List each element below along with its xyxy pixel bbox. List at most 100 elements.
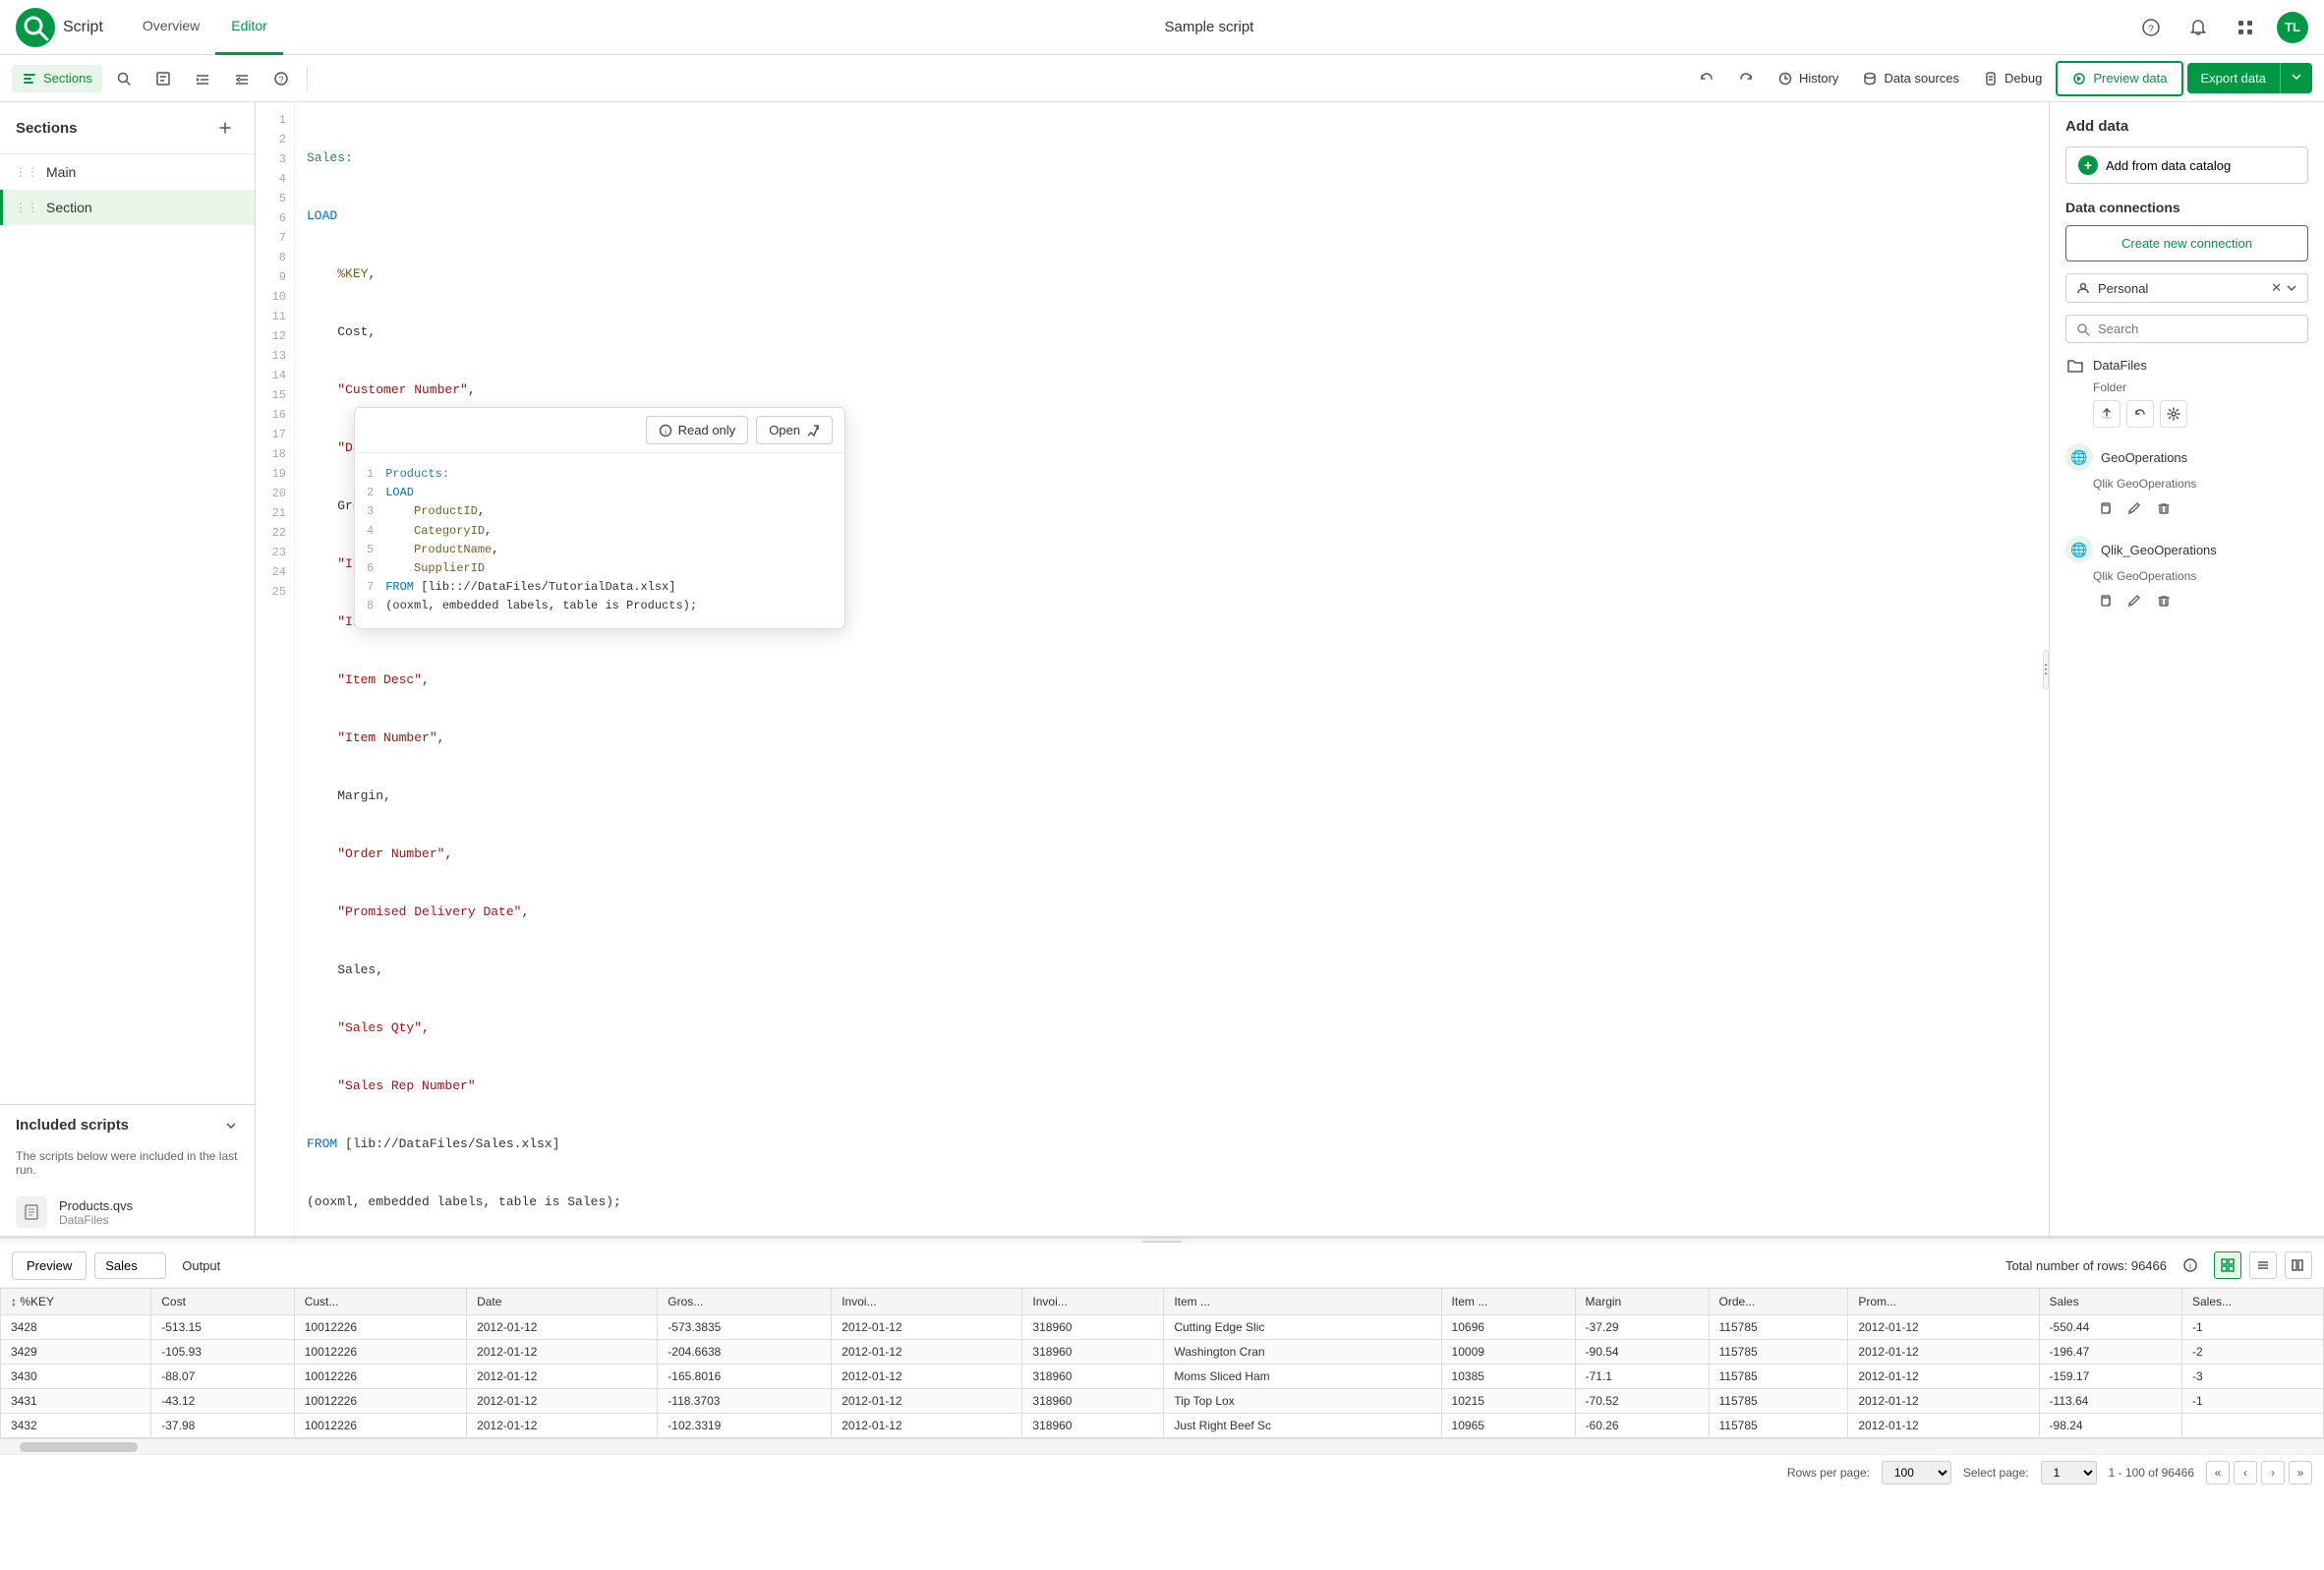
read-only-btn[interactable]: i Read only bbox=[646, 416, 749, 444]
preview-data-btn-label: Preview data bbox=[2093, 71, 2167, 86]
section-name-main: Main bbox=[46, 164, 243, 180]
h-scrollbar-thumb[interactable] bbox=[20, 1442, 138, 1452]
bell-icon-btn[interactable] bbox=[2182, 12, 2214, 43]
qlik-geo-copy-btn[interactable] bbox=[2093, 589, 2117, 612]
code-container[interactable]: 1 2 3 4 5 6 7 8 9 10 11 12 13 14 15 16 1 bbox=[256, 102, 2049, 1236]
last-page-btn[interactable]: » bbox=[2289, 1461, 2312, 1484]
clear-filter-icon[interactable]: ✕ bbox=[2271, 280, 2282, 296]
open-btn[interactable]: Open bbox=[756, 416, 833, 444]
export-data-btn[interactable]: Export data bbox=[2187, 63, 2281, 93]
personal-filter-left: Personal bbox=[2076, 281, 2148, 296]
popup-header: i Read only Open bbox=[355, 408, 844, 453]
qlik-logo[interactable]: Script bbox=[16, 8, 103, 47]
qlik-geo-edit-btn[interactable] bbox=[2122, 589, 2146, 612]
rows-per-page-select[interactable]: 100 50 25 bbox=[1882, 1461, 1951, 1484]
history-btn-label: History bbox=[1799, 71, 1838, 86]
table-select[interactable]: Sales bbox=[94, 1252, 166, 1279]
next-page-btn[interactable]: › bbox=[2261, 1461, 2285, 1484]
conn-group-geo-header: 🌐 GeoOperations bbox=[2065, 443, 2308, 471]
create-connection-btn[interactable]: Create new connection bbox=[2065, 225, 2308, 262]
editor-toolbar: Sections ? History Data sources Debug bbox=[0, 55, 2324, 102]
th-cust: Cust... bbox=[294, 1289, 466, 1315]
nav-editor[interactable]: Editor bbox=[215, 0, 283, 55]
th-invoi1: Invoi... bbox=[832, 1289, 1022, 1315]
nav-overview[interactable]: Overview bbox=[127, 0, 215, 55]
total-rows-label: Total number of rows: 96466 bbox=[2005, 1258, 2167, 1273]
folder-upload-btn[interactable] bbox=[2093, 400, 2121, 428]
add-from-catalog-btn[interactable]: + Add from data catalog bbox=[2065, 146, 2308, 184]
comment-toolbar-btn[interactable] bbox=[145, 65, 181, 92]
personal-label: Personal bbox=[2098, 281, 2148, 296]
table-row: 3431-43.12100122262012-01-12-118.3703201… bbox=[1, 1389, 2324, 1414]
qlik-geo-delete-btn[interactable] bbox=[2152, 589, 2176, 612]
code-line-5: "Customer Number", bbox=[307, 380, 2037, 400]
debug-btn[interactable]: Debug bbox=[1973, 65, 2052, 92]
geo-sub: Qlik GeoOperations bbox=[2065, 477, 2308, 491]
section-item-section[interactable]: ⋮⋮ Section 🗑 bbox=[0, 190, 255, 225]
help-icon-btn[interactable]: ? bbox=[2135, 12, 2167, 43]
search-toolbar-btn[interactable] bbox=[106, 65, 142, 92]
folder-settings-btn[interactable] bbox=[2160, 400, 2187, 428]
included-scripts-header[interactable]: Included scripts bbox=[0, 1105, 255, 1145]
code-lines: 1 2 3 4 5 6 7 8 9 10 11 12 13 14 15 16 1 bbox=[256, 102, 2049, 1236]
add-section-btn[interactable] bbox=[211, 114, 239, 142]
line-numbers: 1 2 3 4 5 6 7 8 9 10 11 12 13 14 15 16 1 bbox=[256, 102, 295, 1236]
h-scrollbar[interactable] bbox=[0, 1438, 2324, 1454]
undo-btn[interactable] bbox=[1689, 65, 1724, 92]
conn-group-qlik-geo-header: 🌐 Qlik_GeoOperations bbox=[2065, 536, 2308, 563]
grid-view-btn[interactable] bbox=[2214, 1251, 2241, 1279]
preview-btn[interactable]: Preview bbox=[12, 1251, 87, 1280]
export-split-btn[interactable] bbox=[2280, 63, 2312, 93]
qlik-geo-name: Qlik_GeoOperations bbox=[2101, 543, 2217, 557]
column-view-btn[interactable] bbox=[2285, 1251, 2312, 1279]
search-input[interactable] bbox=[2098, 321, 2297, 336]
code-line-1: Sales: bbox=[307, 148, 2037, 168]
svg-text:?: ? bbox=[278, 75, 283, 85]
prev-page-btn[interactable]: ‹ bbox=[2234, 1461, 2257, 1484]
th-item2: Item ... bbox=[1441, 1289, 1575, 1315]
th-date: Date bbox=[467, 1289, 658, 1315]
table-row: 3429-105.93100122262012-01-12-204.663820… bbox=[1, 1340, 2324, 1365]
code-line-10: "Item Desc", bbox=[307, 670, 2037, 690]
preview-data-btn[interactable]: Preview data bbox=[2056, 61, 2182, 96]
table-row: 3432-37.98100122262012-01-12-102.3319201… bbox=[1, 1414, 2324, 1438]
nav-right: ? TL bbox=[2135, 12, 2308, 43]
folder-refresh-btn[interactable] bbox=[2126, 400, 2154, 428]
list-view-btn[interactable] bbox=[2249, 1251, 2277, 1279]
personal-filter[interactable]: Personal ✕ bbox=[2065, 273, 2308, 303]
editor-resize-handle[interactable]: ⋮ bbox=[2043, 650, 2049, 689]
geo-edit-btn[interactable] bbox=[2122, 496, 2146, 520]
info-icon-total[interactable]: i bbox=[2175, 1250, 2206, 1281]
page-select[interactable]: 1 bbox=[2041, 1461, 2097, 1484]
indent-toolbar-btn[interactable] bbox=[185, 65, 220, 92]
code-line-18: FROM [lib://DataFiles/Sales.xlsx] bbox=[307, 1134, 2037, 1154]
th-invoi2: Invoi... bbox=[1022, 1289, 1164, 1315]
section-item-main[interactable]: ⋮⋮ Main bbox=[0, 154, 255, 190]
th-gros: Gros... bbox=[658, 1289, 832, 1315]
redo-btn[interactable] bbox=[1728, 65, 1764, 92]
select-page-label: Select page: bbox=[1963, 1466, 2029, 1480]
globe-icon-geo: 🌐 bbox=[2065, 443, 2093, 471]
add-plus-icon: + bbox=[2078, 155, 2098, 175]
code-line-12: Margin, bbox=[307, 786, 2037, 806]
code-content[interactable]: Sales: LOAD %KEY, Cost, "Customer Number… bbox=[295, 102, 2049, 1236]
geo-copy-btn[interactable] bbox=[2093, 496, 2117, 520]
editor-area: 1 2 3 4 5 6 7 8 9 10 11 12 13 14 15 16 1 bbox=[256, 102, 2049, 1236]
table-row: 3428-513.15100122262012-01-12-573.383520… bbox=[1, 1315, 2324, 1340]
avatar[interactable]: TL bbox=[2277, 12, 2308, 43]
history-btn[interactable]: History bbox=[1768, 65, 1848, 92]
data-sources-btn[interactable]: Data sources bbox=[1852, 65, 1969, 92]
geo-delete-btn[interactable] bbox=[2152, 496, 2176, 520]
sections-toolbar-btn[interactable]: Sections bbox=[12, 65, 102, 92]
grid-icon-btn[interactable] bbox=[2230, 12, 2261, 43]
th-cost: Cost bbox=[151, 1289, 294, 1315]
geo-name: GeoOperations bbox=[2101, 450, 2187, 465]
code-line-3: %KEY, bbox=[307, 264, 2037, 284]
svg-text:i: i bbox=[665, 428, 667, 436]
help-toolbar-btn[interactable]: ? bbox=[263, 65, 299, 92]
data-connections-title: Data connections bbox=[2065, 200, 2308, 215]
first-page-btn[interactable]: « bbox=[2206, 1461, 2230, 1484]
code-line-13: "Order Number", bbox=[307, 844, 2037, 864]
section-list: ⋮⋮ Main ⋮⋮ Section 🗑 bbox=[0, 154, 255, 1104]
outdent-toolbar-btn[interactable] bbox=[224, 65, 260, 92]
